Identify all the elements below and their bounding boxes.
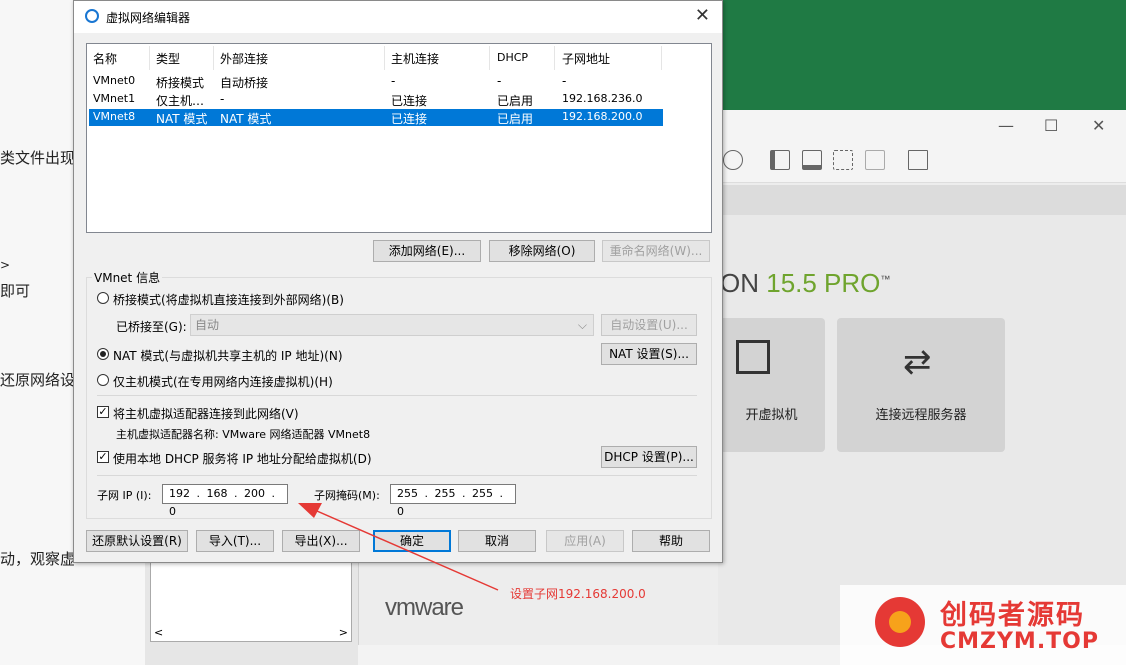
annotation-arrow: [298, 503, 499, 591]
watermark-logo-icon: [875, 597, 925, 647]
watermark-url: CMZYM.TOP: [940, 629, 1100, 654]
annotation-text: 设置子网192.168.200.0: [510, 587, 646, 601]
watermark-title: 创码者源码: [940, 600, 1085, 631]
watermark: 创码者源码 CMZYM.TOP: [840, 585, 1126, 665]
